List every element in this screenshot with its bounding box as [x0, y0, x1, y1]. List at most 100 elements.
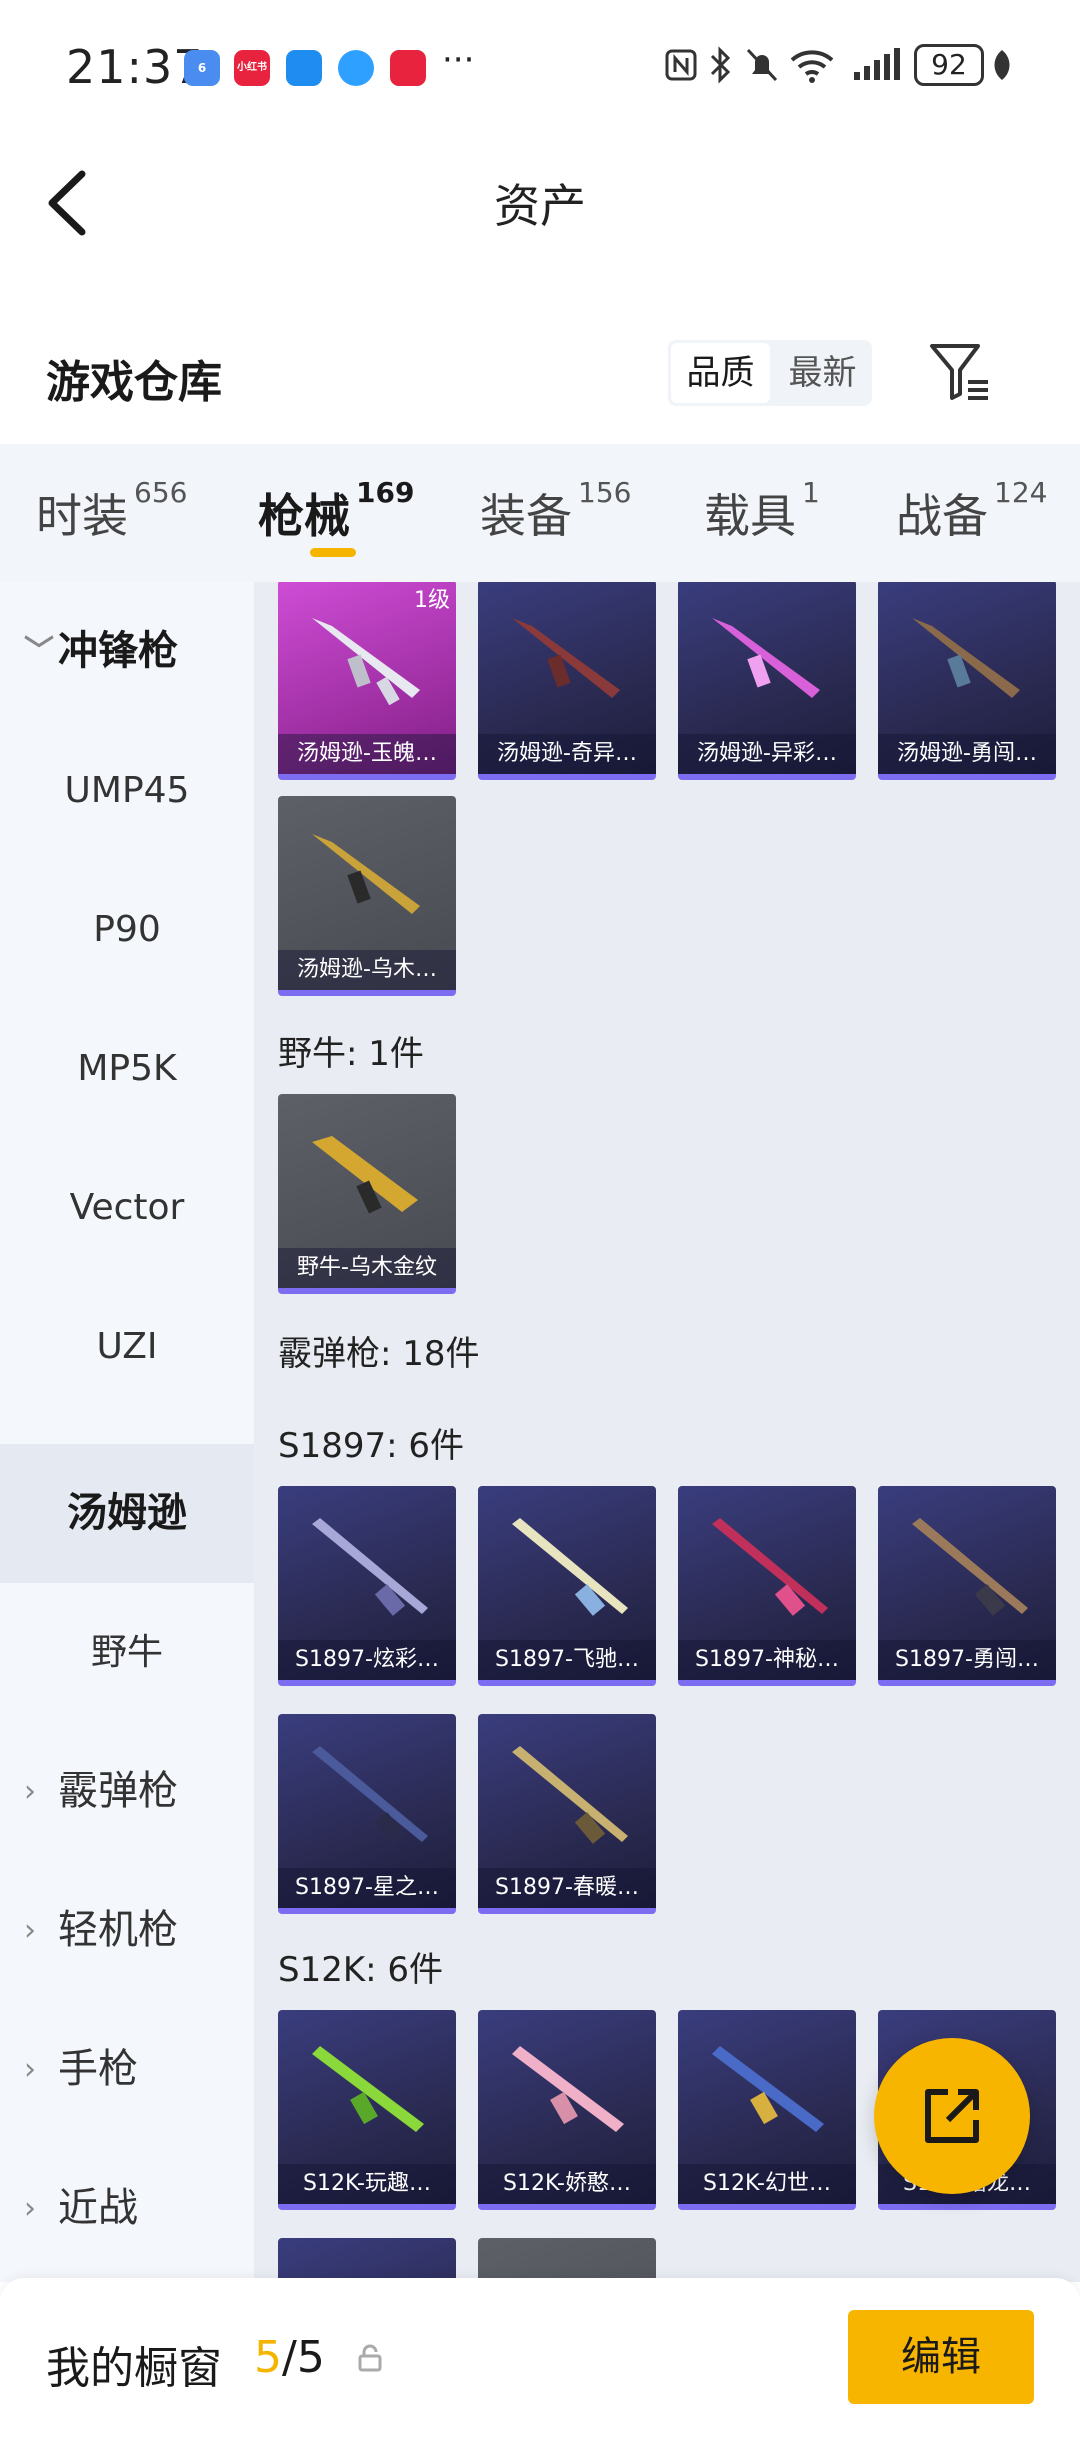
sort-newest-option[interactable]: 最新 [773, 340, 872, 406]
item-card[interactable]: 汤姆逊-异彩… [678, 582, 856, 780]
item-card[interactable]: S1897-星之… [278, 1714, 456, 1914]
item-card[interactable]: S12K-幻世… [678, 2010, 856, 2210]
item-card[interactable]: S1897-春暖… [478, 1714, 656, 1914]
item-card[interactable]: 汤姆逊-奇异… [478, 582, 656, 780]
item-name: S12K-幻世… [678, 2164, 856, 2204]
lock-icon [358, 2344, 382, 2372]
sidebar-item-label: P90 [93, 909, 161, 950]
item-card[interactable]: S12K-娇憨… [478, 2010, 656, 2210]
gun-image-icon [912, 1518, 1028, 1616]
tab-count: 1 [802, 476, 820, 509]
tab-vehicles[interactable]: 载具 1 [704, 476, 820, 546]
showcase-count-total: /5 [282, 2332, 325, 2383]
chat-app-icon [286, 50, 322, 86]
item-name: S12K-玩趣… [278, 2164, 456, 2204]
sidebar-item-mp5k[interactable]: MP5K [0, 999, 254, 1138]
item-card[interactable]: 1级 汤姆逊-玉魄… [278, 582, 456, 780]
item-card[interactable]: S1897-炫彩… [278, 1486, 456, 1686]
share-fab[interactable] [874, 2038, 1030, 2194]
gun-image-icon [512, 1518, 628, 1616]
gun-image-icon [512, 618, 620, 698]
weapon-type-sidebar: ﹀ 冲锋枪 UMP45 P90 MP5K Vector UZI 汤姆逊 野牛 › 霰… [0, 582, 254, 2282]
item-card[interactable]: 汤姆逊-乌木… [278, 796, 456, 996]
sidebar-item-ump45[interactable]: UMP45 [0, 721, 254, 860]
item-name: 汤姆逊-异彩… [678, 734, 856, 774]
sidebar-item-label: MP5K [77, 1048, 177, 1089]
bluetooth-icon [710, 46, 731, 84]
sidebar-item-lmg[interactable]: › 轻机枪 [0, 1861, 254, 2000]
item-card[interactable]: 野牛-乌木金纹 [278, 1094, 456, 1294]
item-card[interactable]: 汤姆逊-勇闯… [878, 582, 1056, 780]
chevron-down-icon: ﹀ [24, 634, 54, 669]
item-card[interactable]: S1897-神秘… [678, 1486, 856, 1686]
sidebar-item-uzi[interactable]: UZI [0, 1277, 254, 1416]
category-tabs: 时装 656 枪械 169 装备 156 载具 1 战备 124 [0, 444, 1080, 582]
sidebar-item-smg[interactable]: ﹀ 冲锋枪 [0, 582, 254, 721]
active-tab-indicator [310, 548, 356, 557]
sort-quality-option[interactable]: 品质 [671, 343, 770, 403]
group-label-bizon: 野牛: 1件 [278, 1034, 424, 1074]
app-6-icon: 6 [184, 50, 220, 86]
sidebar-item-label: UZI [96, 1326, 158, 1367]
sidebar-item-label: 野牛 [90, 1632, 163, 1673]
sidebar-item-bizon[interactable]: 野牛 [0, 1583, 254, 1722]
item-name: S1897-炫彩… [278, 1640, 456, 1680]
item-name: 野牛-乌木金纹 [278, 1248, 456, 1288]
sidebar-item-shotgun[interactable]: › 霰弹枪 [0, 1722, 254, 1861]
external-link-icon [925, 2089, 979, 2143]
sidebar-item-label: 手枪 [58, 2046, 138, 2092]
gun-image-icon [312, 2046, 424, 2132]
mute-bell-icon [746, 48, 778, 82]
sidebar-item-pistol[interactable]: › 手枪 [0, 2000, 254, 2139]
page-title: 资产 [494, 179, 586, 233]
tab-count: 124 [994, 476, 1048, 509]
tab-label: 枪械 [258, 489, 350, 543]
gun-image-icon [512, 1746, 628, 1844]
showcase-count: 5/5 [254, 2332, 325, 2383]
sidebar-item-p90[interactable]: P90 [0, 860, 254, 999]
item-name: S12K-娇憨… [478, 2164, 656, 2204]
gun-image-icon [712, 2046, 824, 2132]
tab-label: 时装 [36, 489, 128, 543]
nfc-icon [665, 49, 697, 81]
tab-count: 169 [356, 476, 415, 509]
tab-firearms[interactable]: 枪械 169 [258, 476, 414, 546]
item-name: 汤姆逊-勇闯… [878, 734, 1056, 774]
showcase-bar: 我的橱窗 5/5 编辑 [0, 2278, 1080, 2438]
wifi-icon [790, 50, 834, 83]
chevron-right-icon: › [24, 2191, 36, 2226]
battery-indicator: 92 [914, 44, 984, 86]
sidebar-item-melee[interactable]: › 近战 [0, 2139, 254, 2278]
sidebar-item-label: UMP45 [64, 770, 190, 811]
filter-icon[interactable] [928, 340, 992, 404]
section-title: 游戏仓库 [46, 357, 222, 408]
item-card[interactable]: S1897-飞驰… [478, 1486, 656, 1686]
gun-image-icon [312, 834, 420, 914]
tab-fashion[interactable]: 时装 656 [36, 476, 187, 546]
group-label-shotgun: 霰弹枪: 18件 [278, 1334, 480, 1374]
leaf-icon [994, 50, 1010, 80]
item-card[interactable] [278, 2238, 456, 2282]
tab-equipment[interactable]: 装备 156 [480, 476, 631, 546]
tab-combat-gear[interactable]: 战备 124 [896, 476, 1047, 546]
item-name: 汤姆逊-乌木… [278, 950, 456, 990]
item-grid: 1级 汤姆逊-玉魄… 汤姆逊-奇异… 汤姆逊-异彩… 汤姆逊-勇闯… 汤姆逊-乌… [254, 582, 1080, 2282]
sidebar-item-thompson[interactable]: 汤姆逊 [0, 1444, 254, 1583]
item-name: S1897-星之… [278, 1868, 456, 1908]
status-time: 21:37 [66, 40, 204, 94]
gun-image-icon [312, 1746, 428, 1844]
tab-label: 装备 [480, 489, 572, 543]
item-card[interactable]: S1897-勇闯… [878, 1486, 1056, 1686]
sidebar-item-vector[interactable]: Vector [0, 1138, 254, 1277]
item-card[interactable] [478, 2238, 656, 2282]
gun-image-icon [312, 1518, 428, 1616]
chevron-right-icon: › [24, 1774, 36, 1809]
tab-count: 156 [578, 476, 632, 509]
item-name: S1897-神秘… [678, 1640, 856, 1680]
edit-button[interactable]: 编辑 [848, 2310, 1034, 2404]
item-name: 汤姆逊-玉魄… [278, 734, 456, 774]
item-card[interactable]: S12K-玩趣… [278, 2010, 456, 2210]
group-label-s12k: S12K: 6件 [278, 1950, 444, 1990]
item-name: S1897-春暖… [478, 1868, 656, 1908]
xiaohongshu-icon: 小红书 [234, 50, 270, 86]
